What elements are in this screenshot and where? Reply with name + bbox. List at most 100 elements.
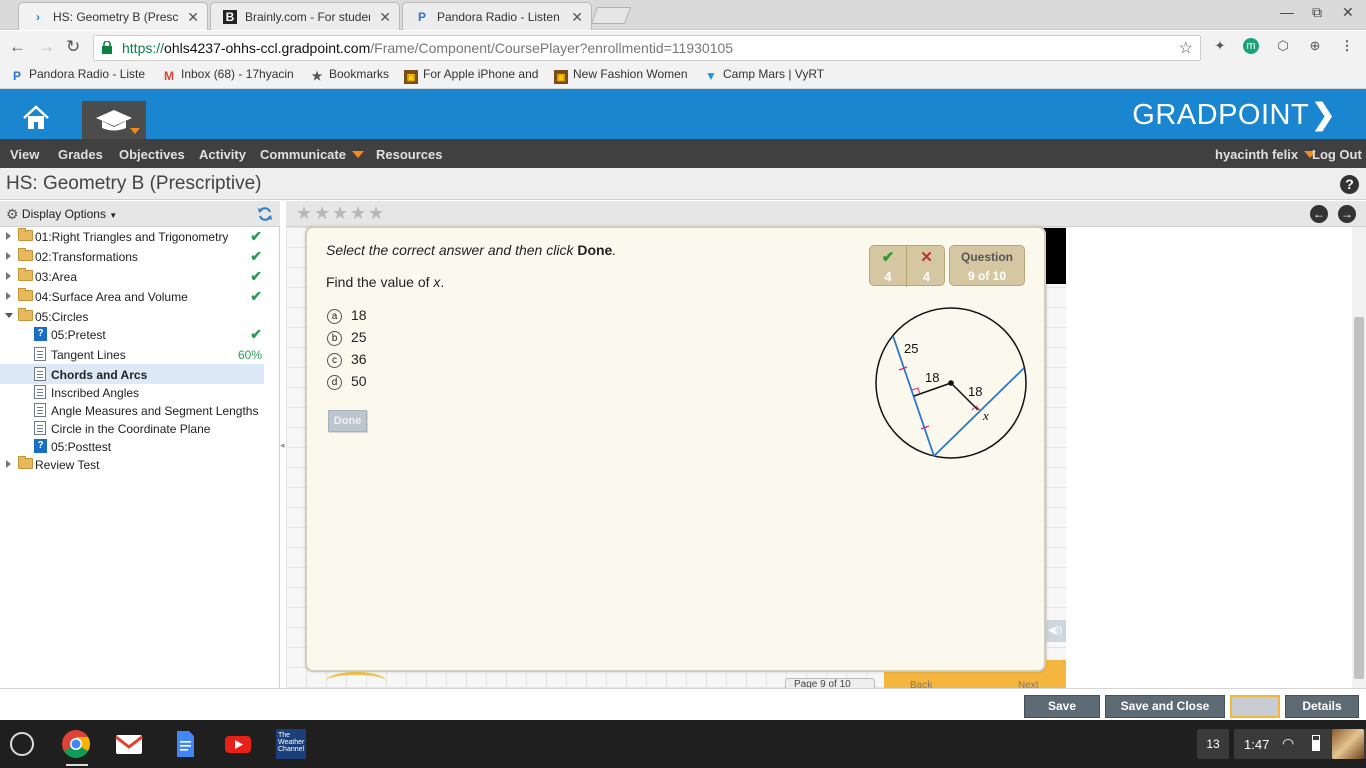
gmail-icon[interactable] (114, 729, 144, 759)
close-icon[interactable]: ✕ (187, 9, 199, 26)
rating-star-icon[interactable]: ★ (350, 203, 366, 224)
save-button[interactable]: Save (1024, 695, 1100, 718)
launcher-icon[interactable] (10, 732, 34, 756)
document-icon (34, 421, 46, 435)
maximize-icon[interactable]: ⧉ (1312, 4, 1322, 21)
tab-gradpoint[interactable]: › HS: Geometry B (Prescrip ✕ (18, 2, 208, 30)
outline-item-unit-01[interactable]: 01:Right Triangles and Trigonometry ✔ (0, 226, 264, 246)
scrollbar-thumb[interactable] (1354, 317, 1364, 679)
outline-item-angle-measures[interactable]: Angle Measures and Segment Lengths (0, 400, 264, 420)
answer-choice-d[interactable]: d 50 (327, 373, 367, 390)
logout-link[interactable]: Log Out (1312, 147, 1362, 162)
extension-icon[interactable]: ✦ (1212, 38, 1228, 54)
bookmark-apple-iphone[interactable]: ▣ For Apple iPhone and (404, 67, 538, 84)
expand-arrow-icon[interactable] (6, 460, 11, 468)
notification-count[interactable]: 13 (1197, 729, 1229, 759)
new-tab-button[interactable] (590, 7, 632, 24)
sidebar-collapse-handle[interactable]: ◂ (280, 440, 285, 451)
chrome-icon[interactable] (61, 729, 91, 759)
collapse-arrow-icon[interactable] (5, 313, 13, 318)
app-header: GRADPOINT❯ (0, 89, 1366, 139)
scrollbar[interactable] (1352, 227, 1366, 688)
previous-arrow-icon[interactable]: ← (1310, 205, 1328, 223)
minimize-icon[interactable]: — (1280, 4, 1294, 20)
outline-item-unit-04[interactable]: 04:Surface Area and Volume ✔ (0, 286, 264, 306)
graduation-cap-icon (96, 110, 140, 134)
reload-icon[interactable]: ↻ (66, 37, 80, 57)
google-docs-icon[interactable] (170, 729, 200, 759)
close-icon[interactable]: ✕ (379, 9, 391, 26)
expand-arrow-icon[interactable] (6, 272, 11, 280)
details-button[interactable]: Details (1285, 695, 1359, 718)
radio-bubble[interactable]: b (327, 331, 342, 346)
nav-objectives[interactable]: Objectives (119, 147, 185, 162)
back-arrow-icon[interactable]: ← (9, 37, 26, 57)
outline-item-pretest[interactable]: ? 05:Pretest ✔ (0, 324, 264, 344)
close-icon[interactable]: ✕ (571, 9, 583, 26)
rating-star-icon[interactable]: ★ (296, 203, 312, 224)
display-options-dropdown[interactable]: ⚙ Display Options ▼ (6, 206, 117, 223)
window-close-icon[interactable]: ✕ (1342, 4, 1354, 21)
outline-item-unit-02[interactable]: 02:Transformations ✔ (0, 246, 264, 266)
expand-arrow-icon[interactable] (6, 292, 11, 300)
bookmark-inbox[interactable]: M Inbox (68) - 17hyacin (162, 67, 294, 83)
expand-arrow-icon[interactable] (6, 252, 11, 260)
expand-arrow-icon[interactable] (6, 232, 11, 240)
outline-item-inscribed-angles[interactable]: Inscribed Angles (0, 382, 264, 402)
outline-item-chords-and-arcs[interactable]: Chords and Arcs (0, 364, 264, 384)
user-menu[interactable]: hyacinth felix (1215, 147, 1317, 162)
dropdown-caret-icon (351, 151, 364, 158)
tab-pandora[interactable]: P Pandora Radio - Listen to ✕ (402, 2, 592, 30)
tab-brainly[interactable]: B Brainly.com - For studen ✕ (210, 2, 400, 30)
radio-bubble[interactable]: c (327, 353, 342, 368)
outline-item-unit-05[interactable]: 05:Circles (0, 306, 264, 326)
menu-icon[interactable]: ⋮ (1339, 38, 1355, 54)
next-arrow-icon[interactable]: → (1338, 205, 1356, 223)
blank-button[interactable] (1230, 695, 1280, 718)
refresh-icon[interactable] (257, 206, 273, 222)
outline-item-tangent-lines[interactable]: Tangent Lines 60% (0, 344, 264, 364)
done-button[interactable]: Done (328, 410, 367, 432)
rating-star-icon[interactable]: ★ (368, 203, 384, 224)
outline-item-unit-03[interactable]: 03:Area ✔ (0, 266, 264, 286)
globe-extension-icon[interactable]: ⊕ (1307, 38, 1323, 54)
rating-star-icon[interactable]: ★ (332, 203, 348, 224)
bookmark-camp-mars[interactable]: ▼ Camp Mars | VyRT (704, 67, 824, 83)
url-path: /Frame/Component/CoursePlayer?enrollment… (370, 40, 734, 56)
radio-bubble[interactable]: d (327, 375, 342, 390)
answer-choice-c[interactable]: c 36 (327, 351, 367, 368)
help-icon[interactable]: ? (1340, 175, 1359, 194)
answer-choice-a[interactable]: a 18 (327, 307, 367, 324)
bookmark-fashion[interactable]: ▣ New Fashion Women (554, 67, 688, 84)
weather-channel-icon[interactable]: The Weather Channel (276, 729, 306, 759)
save-and-close-button[interactable]: Save and Close (1105, 695, 1225, 718)
forward-arrow-icon[interactable]: → (38, 37, 55, 57)
outline-item-posttest[interactable]: ? 05:Posttest (0, 436, 264, 456)
status-tray[interactable]: 1:47 ◠ (1234, 729, 1366, 759)
nav-view[interactable]: View (10, 147, 39, 162)
outline-item-review-test[interactable]: Review Test (0, 454, 264, 474)
nav-resources[interactable]: Resources (376, 147, 442, 162)
rating-star-icon[interactable]: ★ (314, 203, 330, 224)
nav-communicate[interactable]: Communicate (260, 147, 364, 162)
bookmark-pandora[interactable]: P Pandora Radio - Liste (10, 67, 145, 83)
youtube-icon[interactable] (223, 729, 253, 759)
nav-activity[interactable]: Activity (199, 147, 246, 162)
center-point (948, 380, 954, 386)
bookmark-star-icon[interactable]: ☆ (1179, 38, 1193, 58)
address-bar[interactable]: https://ohls4237-ohhs-ccl.gradpoint.com/… (93, 35, 1201, 61)
cube-extension-icon[interactable]: ⬡ (1275, 38, 1291, 54)
course-menu-button[interactable] (82, 101, 146, 139)
bookmark-bookmarks[interactable]: ★ Bookmarks (310, 67, 389, 83)
nav-grades[interactable]: Grades (58, 147, 103, 162)
complete-check-icon: ✔ (250, 228, 262, 244)
extension-m-icon[interactable]: m (1243, 38, 1259, 54)
home-icon[interactable] (22, 105, 50, 131)
speaker-icon[interactable]: ◀)) (1044, 620, 1066, 642)
outline-item-coordinate-plane[interactable]: Circle in the Coordinate Plane (0, 418, 264, 438)
radio-bubble[interactable]: a (327, 309, 342, 324)
avatar[interactable] (1332, 729, 1364, 759)
active-app-indicator (66, 764, 88, 766)
outline-item-label: Tangent Lines (51, 348, 126, 362)
answer-choice-b[interactable]: b 25 (327, 329, 367, 346)
